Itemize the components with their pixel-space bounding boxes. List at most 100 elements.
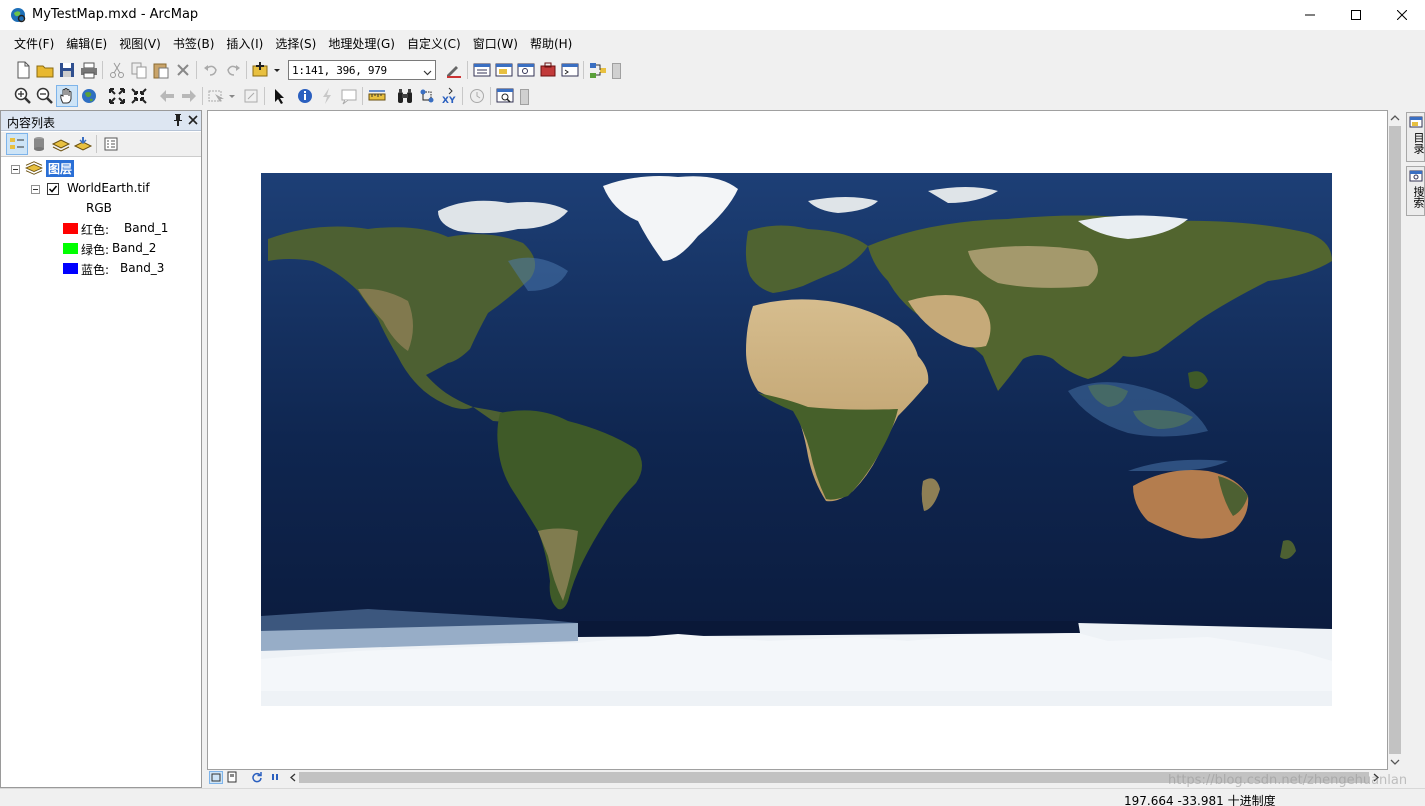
open-folder-icon[interactable] <box>35 60 55 80</box>
toolbar-separator <box>362 87 363 105</box>
table-of-contents-icon[interactable] <box>472 60 492 80</box>
find-binoculars-icon[interactable] <box>395 86 415 106</box>
list-by-visibility-icon[interactable] <box>51 134 71 154</box>
arcmap-globe-icon <box>10 7 26 23</box>
undo-icon[interactable] <box>201 60 221 80</box>
menu-geoprocessing[interactable]: 地理处理(G) <box>322 32 401 54</box>
red-band-label: 红色: <box>81 223 110 237</box>
search-side-tab[interactable]: 搜索 <box>1406 166 1425 216</box>
select-elements-arrow-icon[interactable] <box>269 86 289 106</box>
arctoolbox-icon[interactable] <box>538 60 558 80</box>
menu-view[interactable]: 视图(V) <box>113 32 167 54</box>
refresh-icon[interactable] <box>251 771 265 784</box>
catalog-side-tab[interactable]: 目录 <box>1406 112 1425 162</box>
menu-customize[interactable]: 自定义(C) <box>401 32 467 54</box>
search-window-icon[interactable] <box>516 60 536 80</box>
model-builder-icon[interactable] <box>588 60 608 80</box>
toolbar-overflow-button[interactable] <box>520 89 529 105</box>
layout-view-button[interactable] <box>226 771 240 784</box>
full-extent-globe-icon[interactable] <box>79 86 99 106</box>
search-icon <box>1409 170 1423 182</box>
toolbar-separator <box>462 87 463 105</box>
title-bar: MyTestMap.mxd - ArcMap <box>0 0 1425 30</box>
layers-root-label[interactable]: 图层 <box>46 160 75 177</box>
save-icon[interactable] <box>57 60 77 80</box>
world-earth-raster[interactable] <box>208 111 1388 770</box>
pause-drawing-icon[interactable] <box>269 771 283 784</box>
editor-toolbar-icon[interactable] <box>444 60 464 80</box>
time-slider-icon[interactable] <box>467 86 487 106</box>
menu-selection[interactable]: 选择(S) <box>269 32 322 54</box>
go-forward-extent-icon[interactable] <box>179 86 199 106</box>
go-back-extent-icon[interactable] <box>157 86 177 106</box>
map-vertical-scrollbar[interactable] <box>1388 110 1402 770</box>
blue-band-label: 蓝色: <box>81 263 110 277</box>
minimize-button[interactable] <box>1287 0 1333 30</box>
map-display[interactable] <box>207 110 1388 770</box>
menu-bookmarks[interactable]: 书签(B) <box>167 32 221 54</box>
html-popup-icon[interactable] <box>339 86 359 106</box>
red-band-swatch[interactable] <box>63 223 78 234</box>
blue-band-swatch[interactable] <box>63 263 78 274</box>
collapse-layers-toggle[interactable] <box>11 165 20 174</box>
toolbar-separator <box>467 61 468 79</box>
toolbar-separator <box>246 61 247 79</box>
green-band-label: 绿色: <box>81 243 110 257</box>
python-window-icon[interactable] <box>560 60 580 80</box>
scroll-up-arrow-icon[interactable] <box>1388 111 1402 125</box>
create-viewer-window-icon[interactable] <box>495 86 515 106</box>
copy-icon[interactable] <box>129 60 149 80</box>
delete-icon[interactable] <box>173 60 193 80</box>
select-features-icon[interactable] <box>207 86 237 106</box>
data-view-button[interactable] <box>209 771 223 784</box>
toolbar-overflow-button[interactable] <box>612 63 621 79</box>
chevron-down-icon[interactable] <box>423 66 432 80</box>
close-icon[interactable] <box>187 113 199 130</box>
fixed-zoom-in-icon[interactable] <box>107 86 127 106</box>
green-band-swatch[interactable] <box>63 243 78 254</box>
close-button[interactable] <box>1379 0 1425 30</box>
menu-file[interactable]: 文件(F) <box>8 32 60 54</box>
hyperlink-icon[interactable] <box>317 86 337 106</box>
toc-options-icon[interactable] <box>101 134 121 154</box>
identify-icon[interactable] <box>295 86 315 106</box>
table-of-contents-panel: 内容列表 图层 WorldEarth.tif RGB 红色: Band_1 绿色… <box>0 110 202 788</box>
scroll-left-arrow-icon[interactable] <box>287 771 299 784</box>
menu-windows[interactable]: 窗口(W) <box>467 32 524 54</box>
toolbar-separator <box>102 61 103 79</box>
list-by-source-icon[interactable] <box>29 134 49 154</box>
toolbar-separator <box>264 87 265 105</box>
menu-insert[interactable]: 插入(I) <box>220 32 269 54</box>
redo-icon[interactable] <box>223 60 243 80</box>
measure-ruler-icon[interactable] <box>367 86 387 106</box>
toolbar-separator <box>583 61 584 79</box>
cut-icon[interactable] <box>107 60 127 80</box>
zoom-out-icon[interactable] <box>35 86 55 106</box>
menu-edit[interactable]: 编辑(E) <box>60 32 113 54</box>
fixed-zoom-out-icon[interactable] <box>129 86 149 106</box>
print-icon[interactable] <box>79 60 99 80</box>
collapse-layer-toggle[interactable] <box>31 185 40 194</box>
find-route-icon[interactable] <box>417 86 437 106</box>
zoom-in-icon[interactable] <box>13 86 33 106</box>
map-scale-combobox[interactable]: 1:141, 396, 979 <box>288 60 436 80</box>
blue-band-value: Band_3 <box>120 261 165 275</box>
menu-help[interactable]: 帮助(H) <box>524 32 578 54</box>
maximize-button[interactable] <box>1333 0 1379 30</box>
scroll-down-arrow-icon[interactable] <box>1388 755 1402 769</box>
list-by-selection-icon[interactable] <box>73 134 93 154</box>
clear-selection-icon[interactable] <box>241 86 261 106</box>
paste-icon[interactable] <box>151 60 171 80</box>
layer-name[interactable]: WorldEarth.tif <box>67 181 150 195</box>
new-document-icon[interactable] <box>13 60 33 80</box>
go-to-xy-icon[interactable]: XY <box>439 86 459 106</box>
window-title: MyTestMap.mxd - ArcMap <box>32 7 199 22</box>
tools-toolbar: XY <box>0 83 1425 109</box>
pan-hand-icon[interactable] <box>56 85 78 107</box>
list-by-drawing-order-icon[interactable] <box>6 133 28 155</box>
add-data-icon[interactable] <box>251 60 283 80</box>
vertical-scroll-thumb[interactable] <box>1389 126 1401 754</box>
pin-icon[interactable] <box>172 113 184 130</box>
catalog-window-icon[interactable] <box>494 60 514 80</box>
layer-visibility-checkbox[interactable] <box>47 183 59 195</box>
